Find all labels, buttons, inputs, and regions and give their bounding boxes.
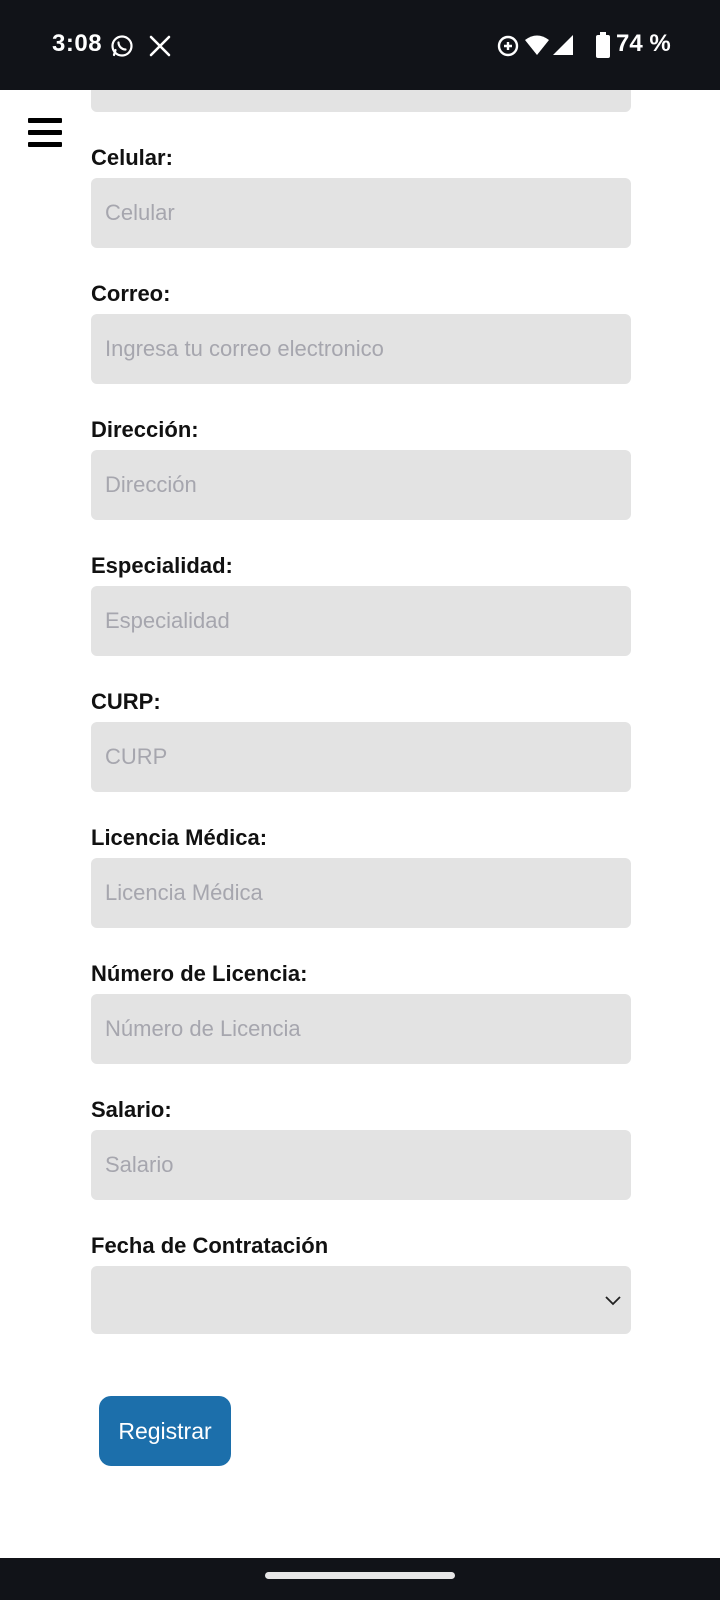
curp-input[interactable] — [91, 722, 631, 792]
register-button[interactable]: Registrar — [99, 1396, 231, 1466]
salario-input[interactable] — [91, 1130, 631, 1200]
page-content[interactable]: Celular: Correo: Dirección: Especialidad… — [0, 90, 720, 1558]
whatsapp-icon — [111, 35, 133, 57]
field-correo: Correo: — [91, 282, 631, 384]
field-curp: CURP: — [91, 690, 631, 792]
navigation-bar — [0, 1558, 720, 1600]
previous-field-input[interactable] — [91, 90, 631, 112]
status-time: 3:08 — [52, 30, 103, 57]
status-bar: 3:08 74 % — [0, 0, 720, 90]
home-gesture-handle[interactable] — [265, 1572, 455, 1579]
x-icon — [149, 35, 171, 57]
hamburger-menu-icon[interactable] — [28, 118, 62, 148]
battery-icon — [596, 32, 610, 58]
field-direccion: Dirección: — [91, 418, 631, 520]
battery-percent: 74 % — [616, 30, 671, 57]
field-label: Salario: — [91, 1097, 172, 1122]
field-label: Especialidad: — [91, 553, 233, 578]
field-label: Dirección: — [91, 417, 199, 442]
data-saver-icon — [497, 35, 519, 57]
field-label: Licencia Médica: — [91, 825, 268, 850]
field-label: Número de Licencia: — [91, 961, 308, 986]
correo-input[interactable] — [91, 314, 631, 384]
field-especialidad: Especialidad: — [91, 554, 631, 656]
licencia-medica-input[interactable] — [91, 858, 631, 928]
field-fecha-contratacion: Fecha de Contratación — [91, 1234, 631, 1334]
field-numero-licencia: Número de Licencia: — [91, 962, 631, 1064]
field-label: Fecha de Contratación — [91, 1233, 329, 1258]
especialidad-input[interactable] — [91, 586, 631, 656]
field-celular: Celular: — [91, 146, 631, 248]
numero-licencia-input[interactable] — [91, 994, 631, 1064]
field-salario: Salario: — [91, 1098, 631, 1200]
wifi-icon — [525, 35, 549, 55]
direccion-input[interactable] — [91, 450, 631, 520]
celular-input[interactable] — [91, 178, 631, 248]
field-label: Correo: — [91, 281, 171, 306]
field-label: CURP: — [91, 689, 161, 714]
fecha-contratacion-select[interactable] — [91, 1266, 631, 1334]
field-licencia-medica: Licencia Médica: — [91, 826, 631, 928]
registration-form: Celular: Correo: Dirección: Especialidad… — [91, 146, 631, 1334]
field-label: Celular: — [91, 145, 173, 170]
signal-icon — [553, 35, 573, 55]
fecha-contratacion-wrapper — [91, 1266, 631, 1334]
